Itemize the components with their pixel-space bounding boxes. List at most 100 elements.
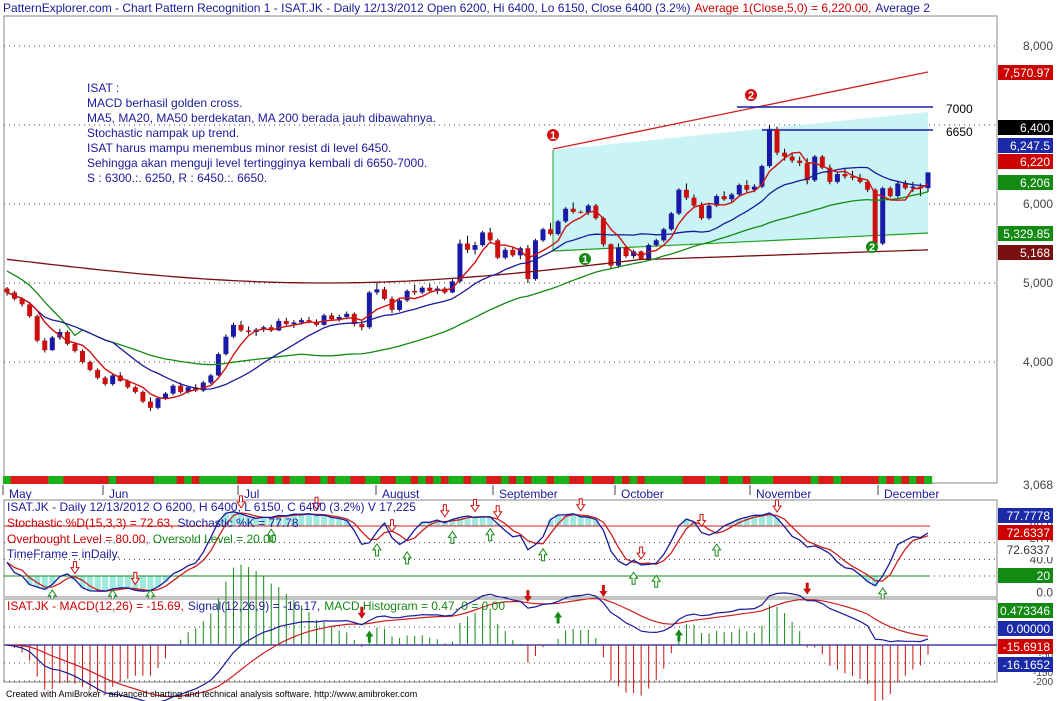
strip-cell: [516, 476, 525, 484]
price-tag-label: 5,168: [1020, 246, 1050, 260]
candle-body: [49, 337, 55, 351]
price-tick-label: 6,000: [1023, 197, 1053, 211]
strip-cell: [350, 476, 359, 484]
month-label: December: [884, 487, 939, 501]
stoch-tag-label: 20: [1037, 569, 1051, 583]
strip-cell: [622, 476, 631, 484]
svg-text:Stochastic %D(15,3,3) = 72.63,: Stochastic %D(15,3,3) = 72.63, Stochastic…: [7, 516, 299, 530]
strip-cell: [146, 476, 155, 484]
candle-body: [540, 229, 546, 241]
strip-cell: [440, 476, 450, 484]
candle-body: [155, 398, 161, 408]
strip-cell: [773, 476, 782, 484]
strip-cell: [448, 476, 457, 484]
candle-body: [555, 221, 561, 235]
candle-body: [140, 392, 146, 402]
strip-cell: [138, 476, 148, 484]
strip-cell: [825, 476, 835, 484]
month-label: Jul: [244, 487, 259, 501]
strip-cell: [614, 476, 623, 484]
candle-body: [163, 393, 169, 399]
candle-body: [291, 322, 297, 325]
strip-cell: [123, 476, 132, 484]
candle-body: [683, 189, 689, 198]
strip-cell: [40, 476, 49, 484]
strip-cell: [33, 476, 42, 484]
strip-cell: [924, 476, 933, 484]
candle-body: [366, 292, 372, 328]
strip-cell: [644, 476, 653, 484]
candle-body: [736, 185, 742, 195]
month-label: November: [756, 487, 811, 501]
strip-cell: [840, 476, 850, 484]
candle-body: [570, 208, 576, 212]
candle-body: [548, 229, 554, 235]
strip-cell: [848, 476, 857, 484]
strip-cell: [908, 476, 918, 484]
strip-cell: [403, 476, 412, 484]
strip-cell: [425, 476, 434, 484]
strip-cell: [712, 476, 721, 484]
note-line: Stochastic nampak up trend.: [87, 126, 239, 140]
strip-cell: [916, 476, 925, 484]
svg-text:2: 2: [869, 242, 875, 254]
month-label: May: [9, 487, 32, 501]
candle-body: [412, 290, 418, 293]
strip-cell: [206, 476, 216, 484]
month-label: October: [621, 487, 664, 501]
candle-body: [64, 331, 70, 344]
svg-text:1: 1: [582, 254, 588, 266]
candle-body: [782, 152, 788, 157]
price-axis: 8,0007,0006,0005,0004,0003,0687,570.976,…: [998, 39, 1053, 492]
candle-body: [208, 375, 214, 383]
candle-body: [744, 185, 750, 190]
svg-text:ISAT.JK - Daily 12/13/2012 O 6: ISAT.JK - Daily 12/13/2012 O 6200, H 640…: [7, 500, 416, 514]
candle-body: [283, 320, 289, 325]
candle-body: [87, 362, 93, 370]
candle-body: [457, 243, 463, 282]
strip-cell: [652, 476, 661, 484]
strip-cell: [508, 476, 517, 484]
strip-cell: [501, 476, 510, 484]
candle-body: [502, 249, 508, 258]
strip-cell: [229, 476, 238, 484]
note-line: MA5, MA20, MA50 berdekatan, MA 200 berad…: [87, 111, 436, 125]
strip-cell: [742, 476, 752, 484]
strip-cell: [606, 476, 616, 484]
month-axis: May Jun Jul August September October November D…: [2, 485, 939, 501]
strip-cell: [176, 476, 185, 484]
strip-cell: [569, 476, 578, 484]
strip-cell: [795, 476, 804, 484]
strip-cell: [214, 476, 223, 484]
candle-body: [27, 304, 33, 317]
strip-cell: [3, 476, 12, 484]
price-tick-label: 3,068: [1023, 478, 1053, 492]
strip-cell: [576, 476, 585, 484]
candle-body: [842, 173, 848, 177]
strip-cell: [131, 476, 140, 484]
candle-body: [381, 289, 387, 299]
strip-cell: [546, 476, 555, 484]
candle-body: [495, 240, 501, 258]
strip-cell: [856, 476, 865, 484]
strip-cell: [878, 476, 887, 484]
strip-cell: [523, 476, 533, 484]
price-tag-label: 6,400: [1020, 121, 1050, 135]
strip-cell: [810, 476, 819, 484]
strip-cell: [221, 476, 231, 484]
note-line: ISAT harus mampu menembus minor resist d…: [87, 141, 391, 155]
price-tag-label: 6,206: [1020, 176, 1050, 190]
footer-credit: Created with AmiBroker - advanced charti…: [6, 689, 417, 699]
stoch-tag-label: 77.7778: [1007, 509, 1051, 523]
candle-body: [374, 289, 380, 293]
strip-cell: [599, 476, 608, 484]
stoch-tag-label: 72.6337: [1007, 543, 1051, 557]
strip-cell: [93, 476, 102, 484]
strip-cell: [365, 476, 374, 484]
svg-text:Overbought Level = 80.00,Overs: Overbought Level = 80.00, Oversold Level …: [7, 532, 277, 546]
stoch-tag-label: 72.6337: [1007, 526, 1051, 540]
level-7000-label: 7000: [946, 102, 973, 116]
candle-body: [42, 340, 48, 351]
strip-cell: [304, 476, 314, 484]
price-tick-label: 4,000: [1023, 355, 1053, 369]
